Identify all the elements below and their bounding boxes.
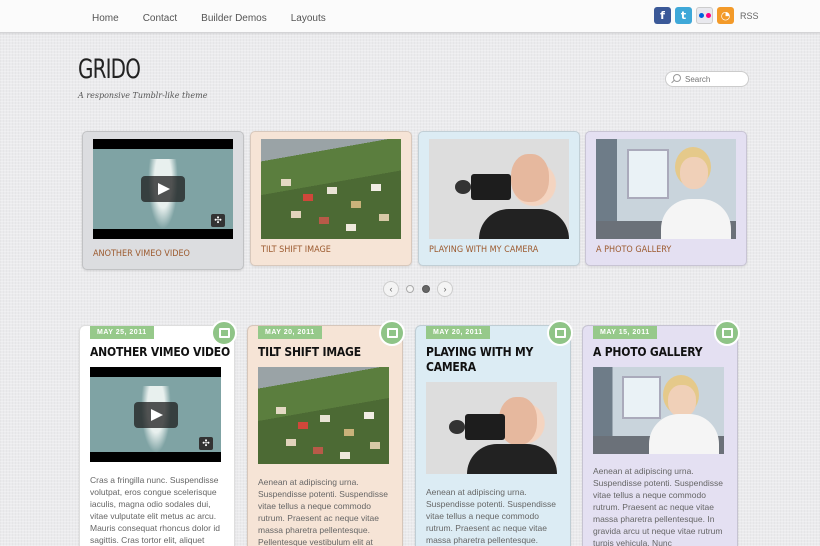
slide-title: TILT SHIFT IMAGE <box>261 245 331 255</box>
slide-photo-gallery[interactable]: A PHOTO GALLERY <box>585 131 747 266</box>
twitter-icon[interactable]: t <box>675 7 692 24</box>
post-date: MAY 20, 2011 <box>426 326 490 339</box>
slide-camera[interactable]: PLAYING WITH MY CAMERA <box>418 131 580 266</box>
site-tagline: A responsive Tumblr-like theme <box>78 91 208 100</box>
slider-next-button[interactable]: › <box>437 281 453 297</box>
slide-vimeo-video[interactable]: ✣ ANOTHER VIMEO VIDEO <box>82 131 244 270</box>
post-card: MAY 15, 2011 A PHOTO GALLERY Aenean at a… <box>582 320 740 546</box>
post-excerpt: Aenean at adipiscing urna. Suspendisse p… <box>593 466 723 546</box>
image-icon[interactable] <box>379 320 405 346</box>
play-icon <box>141 176 185 202</box>
post-excerpt: Aenean at adipiscing urna. Suspendisse p… <box>426 487 556 545</box>
post-date: MAY 15, 2011 <box>593 326 657 339</box>
main-nav: Home Contact Builder Demos Layouts <box>92 13 350 24</box>
slider-dot-2[interactable] <box>422 285 430 293</box>
slide-gallery-photo <box>596 139 736 239</box>
facebook-icon[interactable]: f <box>654 7 671 24</box>
post-excerpt: Cras a fringilla nunc. Suspendisse volut… <box>90 475 220 545</box>
slide-camera-photo <box>429 139 569 239</box>
post-title[interactable]: ANOTHER VIMEO VIDEO <box>90 345 230 360</box>
post-date: MAY 25, 2011 <box>90 326 154 339</box>
fullscreen-icon[interactable]: ✣ <box>199 437 213 450</box>
slider-prev-button[interactable]: ‹ <box>383 281 399 297</box>
post-card: MAY 25, 2011 ANOTHER VIMEO VIDEO ✣ Cras … <box>79 320 237 546</box>
post-card: MAY 20, 2011 PLAYING WITH MY CAMERA Aene… <box>415 320 573 546</box>
rss-label[interactable]: RSS <box>740 11 759 21</box>
rss-icon[interactable]: ◔ <box>717 7 734 24</box>
slide-title: ANOTHER VIMEO VIDEO <box>93 249 190 259</box>
slide-title: A PHOTO GALLERY <box>596 245 672 255</box>
post-title[interactable]: TILT SHIFT IMAGE <box>258 345 398 360</box>
search-icon <box>671 74 681 84</box>
flickr-icon[interactable] <box>696 7 713 24</box>
top-bar: Home Contact Builder Demos Layouts f t ◔… <box>0 0 820 33</box>
post-camera-photo[interactable] <box>426 382 557 474</box>
post-video-thumbnail[interactable]: ✣ <box>90 367 221 462</box>
gallery-icon[interactable] <box>714 320 740 346</box>
post-hillside-photo[interactable] <box>258 367 389 464</box>
video-icon[interactable] <box>211 320 237 346</box>
search-box <box>665 71 749 87</box>
nav-contact[interactable]: Contact <box>143 13 177 24</box>
fullscreen-icon: ✣ <box>211 214 225 227</box>
image-icon[interactable] <box>547 320 573 346</box>
post-card: MAY 20, 2011 TILT SHIFT IMAGE Aenean at … <box>247 320 405 546</box>
slider-pager: ‹ › <box>383 281 453 297</box>
social-links: f t ◔ RSS <box>654 7 759 24</box>
post-title[interactable]: A PHOTO GALLERY <box>593 345 733 360</box>
slide-video-thumbnail: ✣ <box>93 139 233 239</box>
slide-hillside-photo <box>261 139 401 239</box>
post-title[interactable]: PLAYING WITH MY CAMERA <box>426 345 566 375</box>
slide-title: PLAYING WITH MY CAMERA <box>429 245 539 255</box>
search-input[interactable] <box>685 74 745 84</box>
nav-builder-demos[interactable]: Builder Demos <box>201 13 267 24</box>
nav-layouts[interactable]: Layouts <box>291 13 326 24</box>
play-icon[interactable] <box>133 401 178 428</box>
post-excerpt: Aenean at adipiscing urna. Suspendisse p… <box>258 477 388 546</box>
slider-dot-1[interactable] <box>406 285 414 293</box>
nav-home[interactable]: Home <box>92 13 119 24</box>
site-title[interactable]: GRIDO <box>78 54 141 85</box>
post-date: MAY 20, 2011 <box>258 326 322 339</box>
slide-tilt-shift-image[interactable]: TILT SHIFT IMAGE <box>250 131 412 266</box>
post-gallery-photo[interactable] <box>593 367 724 454</box>
